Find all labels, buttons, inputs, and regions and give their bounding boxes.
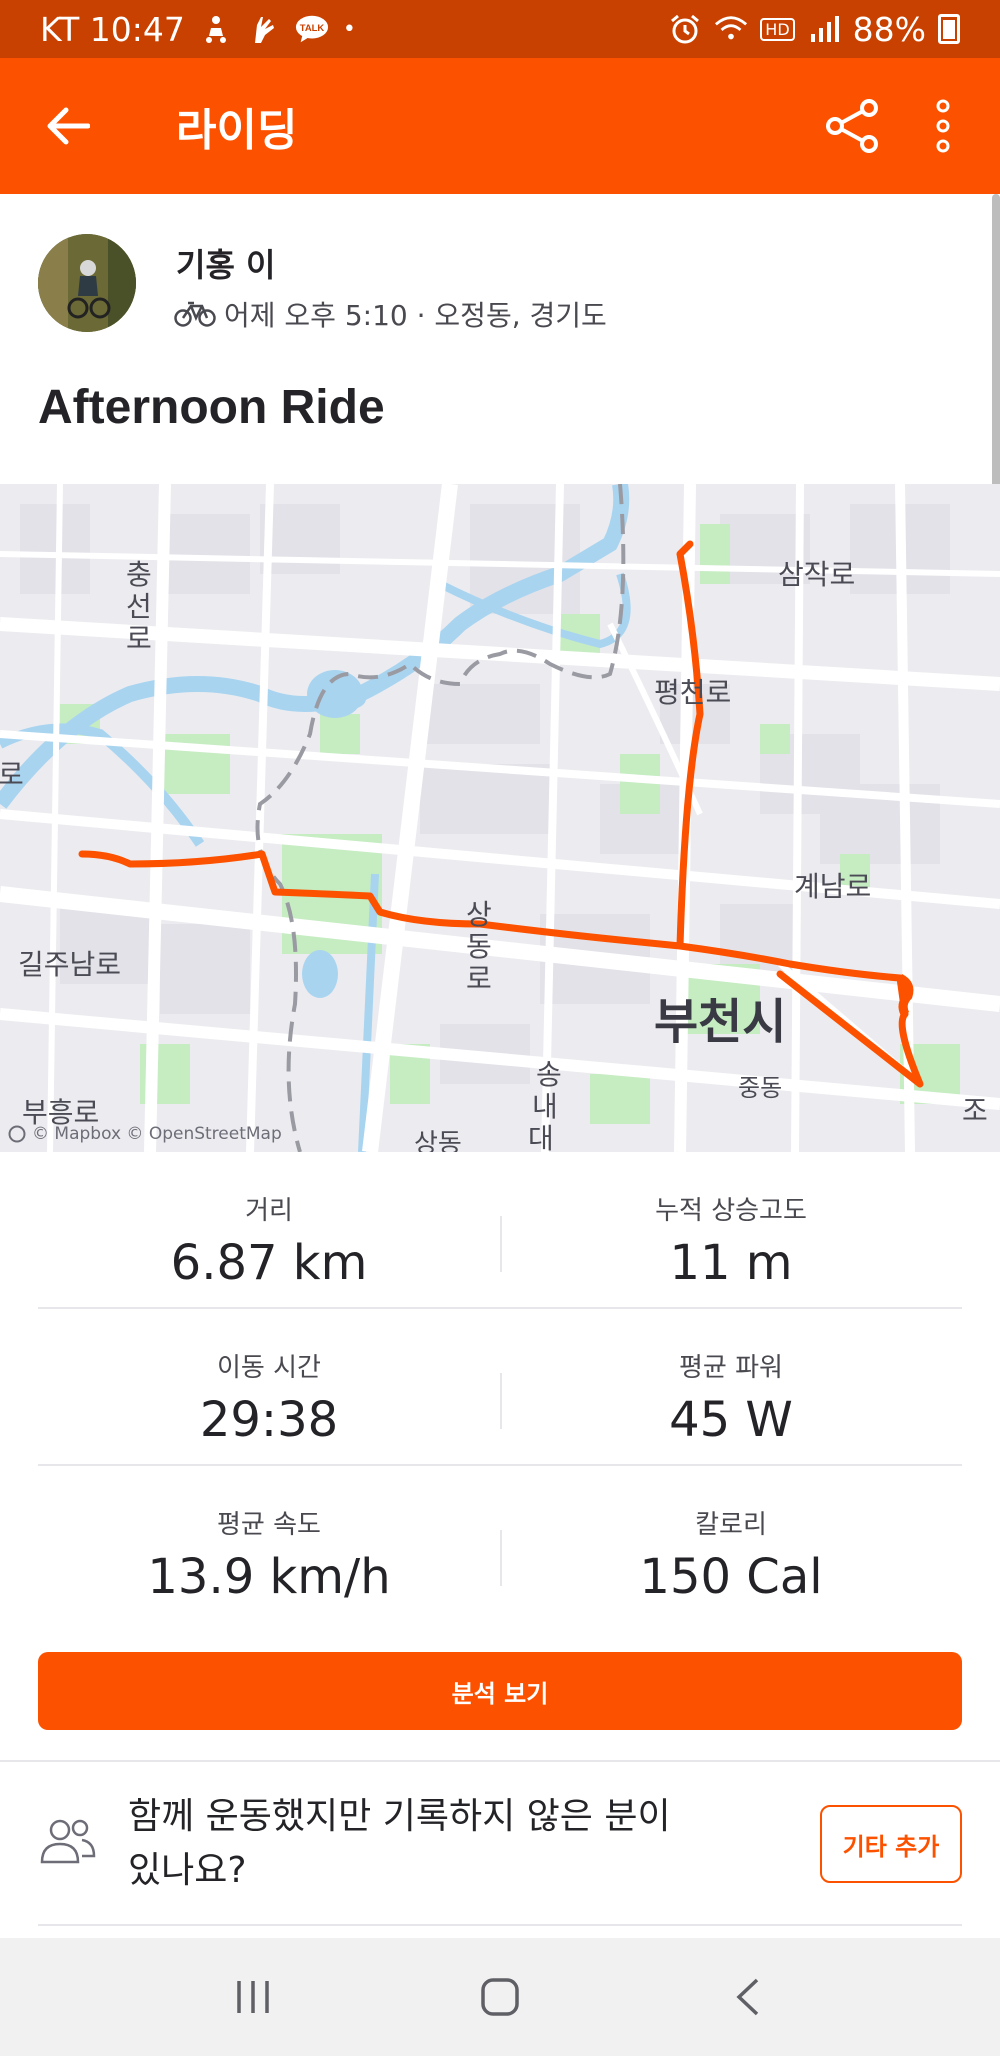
status-bar: KT 10:47 TALK • HD 88% [0, 0, 1000, 58]
map-label-songnae-3: 대 [528, 1122, 554, 1152]
stat-divider [500, 1216, 502, 1272]
info-icon [8, 1125, 26, 1143]
route-map[interactable]: 삼작로 평천로 계남로 길주남로 부흥로 중동 조 로 상동 충 선 로 상 동… [0, 484, 1000, 1152]
prompt-line-2: 있나요? [128, 1850, 247, 1891]
chevron-left-icon [736, 1978, 758, 2016]
wifi-icon [714, 12, 748, 46]
stat-row: 이동 시간 29:38 평균 파워 45 W [38, 1309, 962, 1466]
map-label-jung-dong: 중동 [738, 1074, 782, 1102]
system-nav-bar [0, 1938, 1000, 2056]
map-label-sang-partial: 상동 [414, 1129, 462, 1152]
talk-badge-text: TALK [300, 23, 325, 34]
stat-distance: 거리 6.87 km [38, 1152, 500, 1307]
app-title: 라이딩 [176, 105, 298, 156]
arrow-left-icon [47, 107, 90, 145]
app-bar: 라이딩 [0, 58, 1000, 194]
map-canvas: 삼작로 평천로 계남로 길주남로 부흥로 중동 조 로 상동 충 선 로 상 동… [0, 484, 1000, 1152]
stat-label: 거리 [245, 1196, 293, 1226]
stat-divider [500, 1373, 502, 1429]
map-label-sangdong-1: 상 [466, 898, 492, 931]
share-icon [826, 99, 878, 153]
stat-label: 평균 속도 [217, 1510, 321, 1540]
avatar-image [38, 234, 136, 332]
add-others-button[interactable]: 기타 추가 [820, 1805, 962, 1883]
carrier-time: KT 10:47 [40, 9, 185, 49]
cycling-person-icon [199, 12, 233, 46]
share-button[interactable] [808, 78, 898, 174]
map-label-bucheon-si: 부천시 [654, 994, 786, 1050]
stat-avg-speed: 평균 속도 13.9 km/h [38, 1466, 500, 1623]
map-label-chungseon-3: 로 [126, 622, 152, 655]
map-label-sangdong-2: 동 [466, 930, 492, 963]
stat-label: 누적 상승고도 [655, 1196, 807, 1226]
stat-value: 29:38 [199, 1392, 339, 1448]
recent-apps-button[interactable] [203, 1957, 303, 2037]
stat-moving-time: 이동 시간 29:38 [38, 1309, 500, 1464]
map-label-chungseon-1: 충 [126, 558, 152, 591]
stat-avg-power: 평균 파워 45 W [500, 1309, 962, 1464]
stat-elevation-gain: 누적 상승고도 11 m [500, 1152, 962, 1307]
alarm-icon [668, 12, 702, 46]
stat-value: 6.87 km [170, 1235, 368, 1291]
home-icon [481, 1978, 519, 2016]
map-label-gilju-nam-ro: 길주남로 [18, 948, 121, 981]
bike-icon [174, 301, 216, 327]
map-label-songnae-2: 내 [532, 1090, 558, 1123]
stat-divider [500, 1530, 502, 1586]
battery-icon [938, 14, 960, 44]
map-label-pyeongcheon-ro: 평천로 [654, 676, 731, 709]
map-label-sangdong-3: 로 [466, 962, 492, 995]
stat-row: 거리 6.87 km 누적 상승고도 11 m [38, 1152, 962, 1309]
map-label-songnae-1: 송 [536, 1058, 562, 1091]
stat-label: 평균 파워 [679, 1353, 783, 1383]
hand-icon [247, 12, 281, 46]
map-attribution-text: © Mapbox © OpenStreetMap [32, 1124, 282, 1144]
dot-indicator: • [342, 16, 356, 42]
stat-value: 45 W [669, 1392, 793, 1448]
athlete-name[interactable]: 기홍 이 [176, 240, 275, 286]
home-button[interactable] [450, 1957, 550, 2037]
stat-calories: 칼로리 150 Cal [500, 1466, 962, 1623]
view-analysis-button[interactable]: 분석 보기 [38, 1652, 962, 1730]
avatar[interactable] [38, 234, 136, 332]
system-back-button[interactable] [697, 1957, 797, 2037]
stat-value: 150 Cal [639, 1549, 823, 1605]
unrecorded-partners-prompt: 함께 운동했지만 기록하지 않은 분이 있나요? [128, 1790, 728, 1898]
map-label-chungseon-2: 선 [126, 590, 152, 623]
map-label-jo-partial: 조 [962, 1094, 988, 1127]
map-attribution[interactable]: © Mapbox © OpenStreetMap [8, 1124, 282, 1144]
stat-row: 평균 속도 13.9 km/h 칼로리 150 Cal [38, 1466, 962, 1623]
stat-value: 11 m [669, 1235, 793, 1291]
prompt-line-1: 함께 운동했지만 기록하지 않은 분이 [128, 1796, 671, 1837]
divider [38, 1924, 962, 1926]
activity-meta: 어제 오후 5:10 · 오정동, 경기도 [174, 294, 607, 334]
map-label-ro-partial: 로 [0, 758, 24, 791]
stats-grid: 거리 6.87 km 누적 상승고도 11 m 이동 시간 29:38 평균 파… [38, 1152, 962, 1623]
status-right: HD 88% [668, 10, 960, 49]
map-label-gyenam-ro: 계남로 [794, 870, 871, 903]
activity-meta-text: 어제 오후 5:10 · 오정동, 경기도 [224, 299, 607, 332]
map-label-sapjak-ro: 삼작로 [778, 558, 855, 591]
activity-title: Afternoon Ride [38, 381, 385, 434]
group-people-icon [40, 1819, 96, 1864]
status-left: KT 10:47 TALK • [40, 10, 356, 49]
divider [0, 1760, 1000, 1762]
stat-label: 이동 시간 [217, 1353, 321, 1383]
talk-chat-icon: TALK [295, 12, 329, 46]
signal-icon [807, 12, 841, 46]
stat-value: 13.9 km/h [147, 1549, 391, 1605]
more-options-button[interactable] [898, 78, 988, 174]
recent-apps-icon [237, 1981, 270, 2013]
more-vertical-icon [936, 99, 950, 153]
stat-label: 칼로리 [695, 1510, 767, 1540]
battery-percent: 88% [852, 9, 926, 49]
hd-badge: HD [760, 17, 795, 41]
back-button[interactable] [20, 78, 116, 174]
